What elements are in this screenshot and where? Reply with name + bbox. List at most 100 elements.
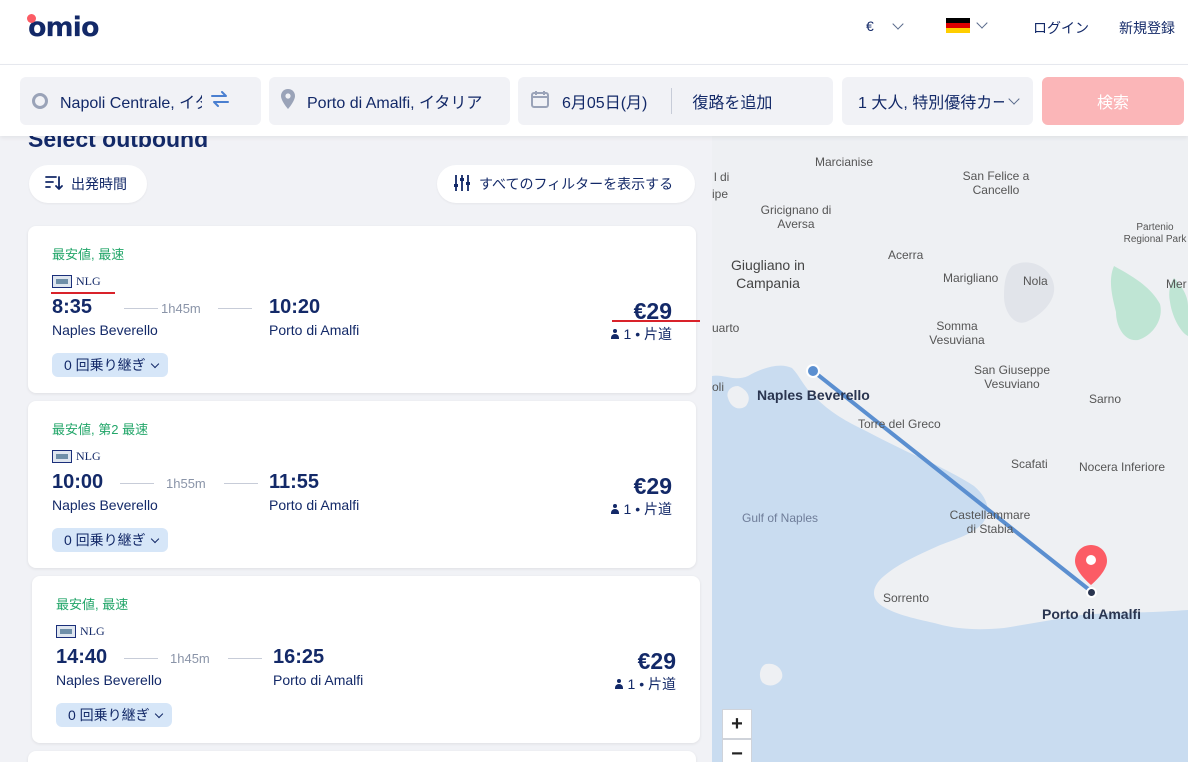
chevron-down-icon	[150, 359, 159, 368]
journey-tag: 最安値, 最速	[52, 247, 125, 262]
arrival-station: Porto di Amalfi	[269, 497, 360, 513]
zoom-in-button[interactable]: +	[722, 709, 752, 739]
duration-line	[120, 483, 154, 484]
signup-link[interactable]: 新規登録	[1119, 18, 1175, 38]
duration-line	[224, 483, 258, 484]
operator-name: NLG	[76, 449, 101, 463]
stops-label: 0 回乗り継ぎ	[64, 357, 146, 373]
duration: 1h55m	[166, 476, 206, 491]
zoom-out-button[interactable]: −	[722, 739, 752, 762]
departure-date[interactable]: 6月05日(月)	[562, 89, 647, 113]
price: €29	[637, 648, 676, 674]
chevron-down-icon	[154, 709, 163, 718]
swap-icon[interactable]	[210, 90, 230, 112]
map-label-giugliano: Giugliano in Campania	[731, 257, 805, 291]
passenger-info: 1 • 片道	[614, 674, 676, 694]
sort-icon	[45, 175, 63, 194]
map-label-partenio: Partenio Regional Park	[1123, 222, 1187, 245]
chevron-down-icon	[1008, 92, 1020, 105]
annotation-underline	[51, 292, 115, 294]
pax-label: 1 • 片道	[623, 501, 672, 517]
map-label-edge: oli	[712, 380, 725, 394]
origin-stop-dot[interactable]	[806, 364, 820, 378]
filter-label: すべてのフィルターを表示する	[479, 176, 674, 192]
all-filters-chip[interactable]: すべてのフィルターを表示する	[437, 165, 695, 203]
map-label-porto-di-amalfi: Porto di Amalfi	[1042, 606, 1142, 622]
annotation-underline	[612, 320, 700, 322]
map-label-marcianise: Marcianise	[815, 155, 874, 169]
duration: 1h45m	[170, 651, 210, 666]
journey-card[interactable]	[28, 751, 696, 762]
passenger-field[interactable]: 1 大人, 特別優待カード	[842, 77, 1033, 125]
journey-tag: 最安値, 最速	[56, 597, 129, 612]
stops-toggle[interactable]: 0 回乗り継ぎ	[52, 353, 168, 377]
map-label-san-felice: San Felice a Cancello	[962, 169, 1030, 197]
duration: 1h45m	[161, 301, 201, 316]
map-label-edge: l di	[714, 170, 730, 184]
arrival-time: 16:25	[273, 646, 325, 668]
duration-line	[218, 308, 252, 309]
germany-flag-icon	[946, 18, 970, 33]
chevron-down-icon	[976, 17, 988, 29]
departure-station: Naples Beverello	[52, 497, 158, 513]
map-label-marigliano: Marigliano	[943, 271, 999, 285]
origin-circle-icon	[32, 93, 48, 109]
login-link[interactable]: ログイン	[1033, 18, 1089, 38]
stops-toggle[interactable]: 0 回乗り継ぎ	[52, 528, 168, 552]
map-label-gulf: Gulf of Naples	[742, 511, 819, 525]
destination-stop-dot[interactable]	[1086, 587, 1097, 598]
filter-sliders-icon	[453, 174, 471, 195]
map-label-castellammare: Castellammare di Stabia	[949, 508, 1031, 536]
operator-flag-icon	[56, 625, 76, 638]
journey-card[interactable]: 最安値, 最速 NLG 14:40 1h45m 16:25 Naples Bev…	[32, 576, 700, 743]
sort-label: 出発時間	[71, 176, 127, 192]
duration-line	[228, 658, 262, 659]
operator-logo: NLG	[52, 449, 101, 464]
login-label: ログイン	[1033, 20, 1089, 36]
map-label-naples-beverello: Naples Beverello	[757, 387, 870, 403]
map-label-scafati: Scafati	[1011, 457, 1048, 471]
operator-name: NLG	[76, 274, 101, 288]
omio-logo[interactable]: omio	[27, 12, 99, 43]
departure-time: 10:00	[52, 471, 104, 493]
chevron-down-icon	[892, 17, 904, 30]
route-map[interactable]: Marcianise San Felice a Cancello l di ip…	[712, 136, 1188, 762]
person-icon	[610, 503, 620, 515]
stops-label: 0 回乗り継ぎ	[68, 707, 150, 723]
map-label-edge: Mer	[1166, 277, 1187, 291]
destination-field[interactable]: Porto di Amalfi, イタリア	[269, 77, 510, 125]
divider	[671, 88, 673, 114]
pax-label: 1 • 片道	[623, 326, 672, 342]
stops-toggle[interactable]: 0 回乗り継ぎ	[56, 703, 172, 727]
map-label-sorrento: Sorrento	[883, 591, 930, 605]
logo-text: omio	[28, 12, 99, 43]
language-selector[interactable]	[946, 17, 988, 33]
pax-label: 1 • 片道	[627, 676, 676, 692]
map-label-nocera: Nocera Inferiore	[1079, 460, 1166, 474]
origin-value: Napoli Centrale, イタリア	[60, 95, 202, 112]
currency-selector[interactable]: €	[866, 17, 904, 34]
operator-name: NLG	[80, 624, 105, 638]
sort-departure-chip[interactable]: 出発時間	[29, 165, 147, 203]
passenger-value: 1 大人, 特別優待カード	[858, 95, 1004, 112]
location-pin-icon	[279, 88, 297, 115]
arrival-station: Porto di Amalfi	[273, 672, 364, 688]
origin-field[interactable]: Napoli Centrale, イタリア	[20, 77, 261, 125]
journey-card[interactable]: 最安値, 最速 NLG 8:35 1h45m 10:20 Naples Beve…	[28, 226, 696, 393]
person-icon	[614, 678, 624, 690]
stops-label: 0 回乗り継ぎ	[64, 532, 146, 548]
map-label-acerra: Acerra	[888, 248, 924, 262]
chevron-down-icon	[150, 534, 159, 543]
currency-label: €	[866, 18, 874, 34]
journey-tag: 最安値, 第2 最速	[52, 422, 149, 437]
arrival-time: 10:20	[269, 296, 321, 318]
search-button[interactable]: 検索	[1042, 77, 1184, 125]
map-label-sarno: Sarno	[1089, 392, 1122, 406]
price: €29	[633, 473, 672, 499]
search-bar: Napoli Centrale, イタリア Porto di Amalfi, イ…	[0, 64, 1188, 136]
add-return-link[interactable]: 復路を追加	[692, 89, 772, 113]
journey-card[interactable]: 最安値, 第2 最速 NLG 10:00 1h55m 11:55 Naples …	[28, 401, 696, 568]
destination-value: Porto di Amalfi, イタリア	[307, 95, 483, 112]
arrival-time: 11:55	[269, 471, 320, 493]
date-field[interactable]: 6月05日(月) 復路を追加	[518, 77, 833, 125]
